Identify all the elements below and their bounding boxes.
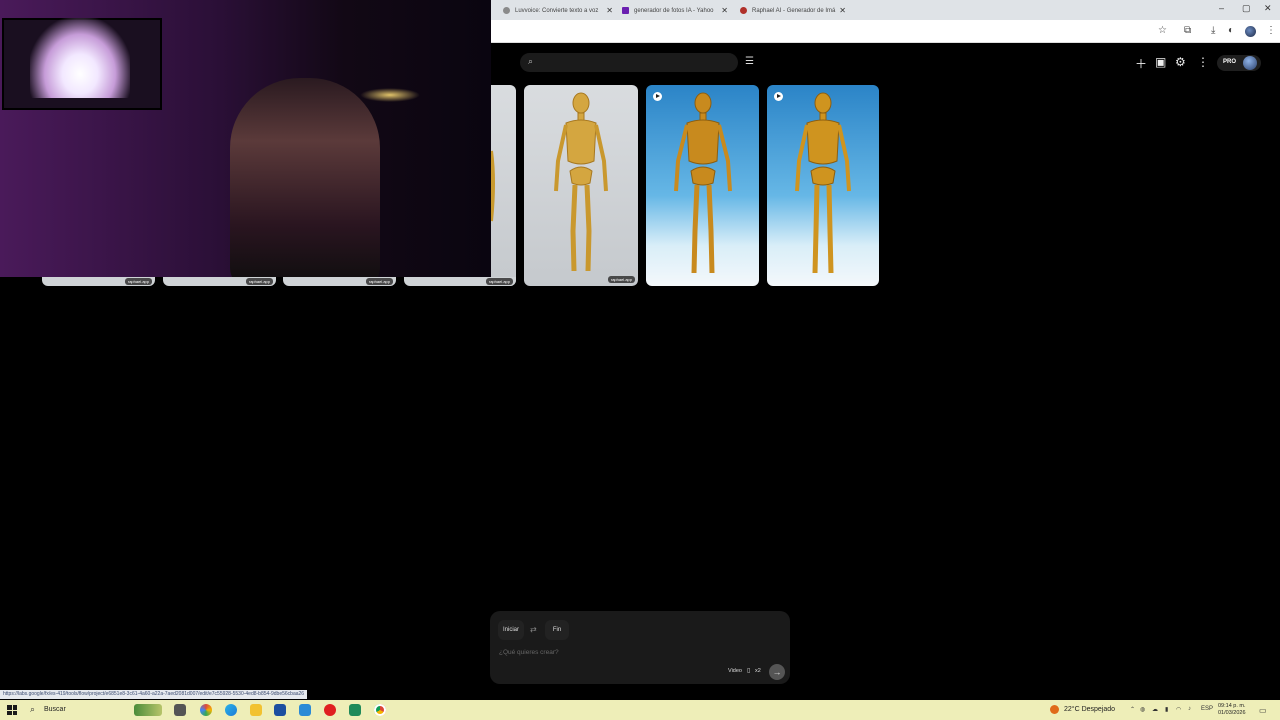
store-icon[interactable] [274,704,286,716]
notification-icon[interactable]: ▭ [1259,706,1267,715]
play-icon[interactable] [774,92,783,101]
filter-icon[interactable]: ☰ [745,56,754,67]
skeleton-image [795,92,851,274]
raphael-favicon-icon [740,7,747,14]
city-lights [360,88,420,102]
tab-label: Luvvoice: Convierte texto a voz [515,7,599,14]
search-icon[interactable]: ⌕ [30,704,35,715]
mode-selector[interactable]: Video [728,668,742,674]
battery-icon[interactable]: ▮ [1165,706,1168,713]
skeleton-image [491,150,495,222]
tab-luvvoice[interactable]: Luvvoice: Convierte texto a voz ✕ [497,2,613,19]
chrome-icon[interactable] [374,704,386,716]
wifi-icon[interactable]: ◠ [1176,706,1181,713]
gallery-thumbnail[interactable] [491,85,516,286]
taskbar: ⌕ Buscar 22°C Despejado ⌃ ◍ ☁ ▮ ◠ ♪ ESP … [0,700,1280,720]
time-label: 09:14 p. m. [1218,703,1246,709]
pro-label: PRO [1223,59,1237,65]
profile-icon[interactable]: ◐ [1228,25,1234,36]
tray-overflow-icon[interactable]: ⌃ [1130,706,1135,713]
app-icon[interactable] [349,704,361,716]
search-icon: ⌕ [528,56,534,66]
close-window-button[interactable]: ✕ [1264,3,1272,14]
watermark-label: raphael.app [485,278,513,285]
output-count[interactable]: x2 [755,668,761,674]
tray-app-icon[interactable]: ☁ [1152,706,1158,713]
browser-tab-bar: Luvvoice: Convierte texto a voz ✕ genera… [491,0,1280,20]
gallery-thumbnail[interactable]: raphael.app [524,85,638,286]
language-label[interactable]: ESP [1201,706,1213,712]
skeleton-image [554,92,608,272]
avatar[interactable] [1245,26,1256,37]
mail-icon[interactable] [299,704,311,716]
send-button[interactable]: → [769,664,785,680]
tray-app-icon[interactable]: ◍ [1140,706,1145,713]
tab-yahoo[interactable]: generador de fotos IA - Yahoo ✕ [616,2,728,19]
watermark-label: raphael.app [124,278,152,285]
skeleton-image [673,92,732,274]
close-tab-icon[interactable]: ✕ [606,6,613,15]
webcam-overlay [0,0,491,277]
opera-icon[interactable] [324,704,336,716]
person-image [230,78,380,277]
gallery-thumbnail-edge[interactable]: raphael.app [163,277,276,286]
tab-label: generador de fotos IA - Yahoo [634,7,714,14]
volume-icon[interactable]: ♪ [1188,706,1191,712]
close-tab-icon[interactable]: ✕ [839,6,846,15]
download-icon[interactable]: ⤓ [1211,25,1215,36]
edge-icon[interactable] [225,704,237,716]
gallery-thumbnail-edge[interactable]: raphael.app [283,277,396,286]
gallery-thumbnail[interactable] [767,85,879,286]
yahoo-favicon-icon [622,7,629,14]
watermark-label: raphael.app [607,276,635,283]
more-icon[interactable]: ⋮ [1197,55,1209,69]
tab-raphael[interactable]: Raphael AI - Generador de Imá ✕ [734,2,846,19]
restore-button[interactable]: ▢ [1242,3,1251,14]
avatar[interactable] [1243,56,1257,70]
prompt-composer: Iniciar ⇄ Fin ¿Qué quieres crear? Video … [490,611,790,684]
fireplace-image [30,18,130,98]
clock[interactable]: 09:14 p. m. 01/03/2026 [1218,703,1246,717]
weather-icon [1050,705,1059,714]
search-input[interactable]: ⌕ [520,53,738,72]
aspect-ratio-icon[interactable]: ▯ [747,667,750,674]
screen: Luvvoice: Convierte texto a voz ✕ genera… [0,0,1280,720]
date-label: 01/03/2026 [1218,710,1246,716]
start-button[interactable] [7,705,17,715]
swap-icon[interactable]: ⇄ [530,625,537,634]
play-icon[interactable] [653,92,662,101]
tab-label: Raphael AI - Generador de Imá [752,7,836,14]
watermark-label: raphael.app [365,278,393,285]
luvvoice-favicon-icon [503,7,510,14]
browser-menu-icon[interactable]: ⋮ [1266,25,1276,36]
pro-badge[interactable]: PRO [1217,55,1261,71]
copilot-icon[interactable] [200,704,212,716]
browser-toolbar: ☆ ⧉ ⤓ ◐ ⋮ [491,20,1280,43]
gallery-thumbnail-edge[interactable]: raphael.app [404,277,516,286]
extensions-icon[interactable]: ⧉ [1184,25,1191,36]
status-url: https://labs.google/fx/es-419/tools/flow… [0,690,308,699]
minimize-button[interactable]: – [1219,3,1224,13]
start-frame-button[interactable]: Iniciar [498,620,524,640]
gallery-thumbnail-edge[interactable]: raphael.app [42,277,155,286]
gallery-thumbnail[interactable] [646,85,759,286]
close-tab-icon[interactable]: ✕ [721,6,728,15]
gear-icon[interactable]: ⚙ [1175,55,1186,69]
task-view-icon[interactable] [174,704,186,716]
prompt-input[interactable]: ¿Qué quieres crear? [499,649,559,656]
film-icon[interactable]: ▣ [1155,55,1166,69]
star-icon[interactable]: ☆ [1158,25,1167,36]
watermark-label: raphael.app [245,278,273,285]
weather-label[interactable]: 22°C Despejado [1064,706,1115,713]
taskbar-search[interactable]: Buscar [44,706,66,713]
end-frame-button[interactable]: Fin [545,620,569,640]
file-explorer-icon[interactable] [250,704,262,716]
search-highlight-icon[interactable] [134,704,162,716]
add-icon[interactable]: ＋ [1135,55,1147,72]
